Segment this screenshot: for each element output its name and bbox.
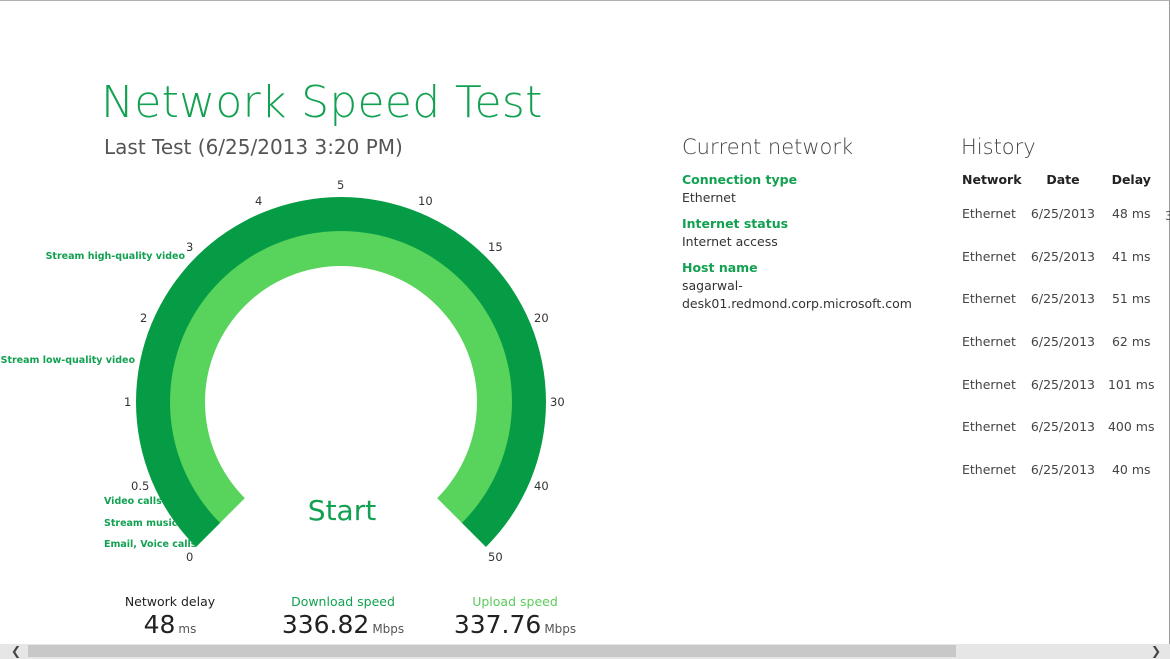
tick-label: 40 [534, 479, 549, 493]
history-row: Ethernet 6/25/2013 41 ms [962, 236, 1162, 279]
last-test-label: Last Test (6/25/2013 3:20 PM) [104, 135, 403, 159]
caption-hq-video: Stream high-quality video [46, 251, 186, 262]
history-network-cell: Ethernet [962, 376, 1016, 392]
scroll-right-icon[interactable]: ❯ [1146, 644, 1166, 659]
scroll-left-icon[interactable]: ❮ [6, 644, 26, 659]
download-speed-metric: Download speed 336.82 Mbps [268, 594, 418, 644]
history-delay-cell: 40 ms [1111, 462, 1151, 478]
history-network-cell: Ethernet [962, 206, 1016, 221]
history-date-cell: 6/25/2013 [1030, 334, 1096, 350]
history-table: Network Date Delay Ethernet 6/25/2013 48 m… [962, 171, 1162, 492]
caption-stream-music: Stream music [104, 518, 177, 529]
tick-label: 1 [124, 395, 131, 409]
overflow-text: 3 [1165, 209, 1170, 223]
history-delay-cell: 41 ms [1111, 248, 1151, 264]
history-network-cell: Ethernet [962, 248, 1016, 264]
start-button[interactable]: Start [290, 489, 394, 533]
metric-label: Download speed [291, 594, 395, 609]
history-row: Ethernet 6/25/2013 62 ms [962, 321, 1162, 364]
metric-value: 337.76 [453, 610, 542, 639]
tick-label: 15 [488, 240, 503, 254]
tick-label: 2 [140, 311, 147, 325]
history-delay-cell: 400 ms [1107, 419, 1155, 435]
history-date-cell: 6/25/2013 [1030, 419, 1096, 435]
host-name-label: Host name [682, 260, 758, 275]
tick-label: 0.5 [131, 479, 149, 493]
connection-type-label: Connection type [682, 172, 798, 187]
history-delay-cell: 101 ms [1107, 376, 1155, 392]
metric-label: Network delay [124, 594, 216, 609]
metric-value: 48 [143, 610, 176, 639]
history-network-cell: Ethernet [962, 334, 1016, 350]
scrollbar-thumb[interactable] [28, 645, 956, 657]
caption-email-voice: Email, Voice calls [104, 539, 197, 550]
history-row: Ethernet 6/25/2013 400 ms [962, 406, 1162, 449]
history-date-cell: 6/25/2013 [1030, 248, 1096, 264]
current-network-panel: Connection type Ethernet Internet status… [682, 171, 952, 321]
host-name-value: sagarwal-desk01.redmond.corp.microsoft.c… [682, 278, 912, 311]
metric-unit: ms [178, 622, 197, 636]
history-network-cell: Ethernet [962, 419, 1016, 435]
tick-label: 10 [418, 194, 433, 208]
tick-label: 30 [550, 395, 565, 409]
history-row: Ethernet 6/25/2013 51 ms [962, 278, 1162, 321]
history-delay-cell: 51 ms [1111, 291, 1151, 307]
network-delay-metric: Network delay 48 ms [110, 594, 230, 644]
current-network-heading: Current network [682, 135, 854, 159]
history-heading: History [961, 135, 1036, 159]
col-delay-header: Delay [1111, 172, 1151, 187]
history-row: Ethernet 6/25/2013 101 ms [962, 364, 1162, 407]
metric-unit: Mbps [544, 622, 577, 636]
history-date-cell: 6/25/2013 [1030, 206, 1096, 221]
col-date-header: Date [1046, 172, 1080, 187]
caption-lq-video: Stream low-quality video [1, 355, 136, 366]
history-delay-cell: 48 ms [1111, 206, 1151, 221]
horizontal-scrollbar[interactable]: ❮ ❯ [0, 644, 1170, 659]
tick-label: 3 [186, 240, 193, 254]
page-title: Network Speed Test [101, 77, 543, 128]
tick-label: 20 [534, 311, 549, 325]
metric-value: 336.82 [281, 610, 370, 639]
history-network-cell: Ethernet [962, 462, 1016, 478]
history-date-cell: 6/25/2013 [1030, 462, 1096, 478]
caption-video-calls: Video calls [104, 496, 162, 507]
history-delay-cell: 62 ms [1111, 334, 1151, 350]
history-rows: Ethernet 6/25/2013 48 ms Ethernet 6/25/2013 4… [962, 193, 1162, 492]
metric-unit: Mbps [372, 622, 405, 636]
tick-label: 5 [337, 178, 344, 192]
history-row: Ethernet 6/25/2013 40 ms [962, 449, 1162, 492]
internet-status-label: Internet status [682, 216, 789, 231]
history-network-cell: Ethernet [962, 291, 1016, 307]
metric-label: Upload speed [472, 594, 558, 609]
tick-label: 4 [255, 194, 262, 208]
col-network-header: Network [962, 172, 1022, 187]
tick-label: 50 [488, 550, 503, 564]
internet-status-value: Internet access [682, 234, 778, 249]
connection-type-value: Ethernet [682, 190, 736, 205]
history-date-cell: 6/25/2013 [1030, 291, 1096, 307]
upload-speed-metric: Upload speed 337.76 Mbps [440, 594, 590, 644]
tick-label: 0 [186, 550, 193, 564]
history-header-row: Network Date Delay [962, 171, 1162, 193]
history-row: Ethernet 6/25/2013 48 ms [962, 193, 1162, 236]
history-date-cell: 6/25/2013 [1030, 376, 1096, 392]
